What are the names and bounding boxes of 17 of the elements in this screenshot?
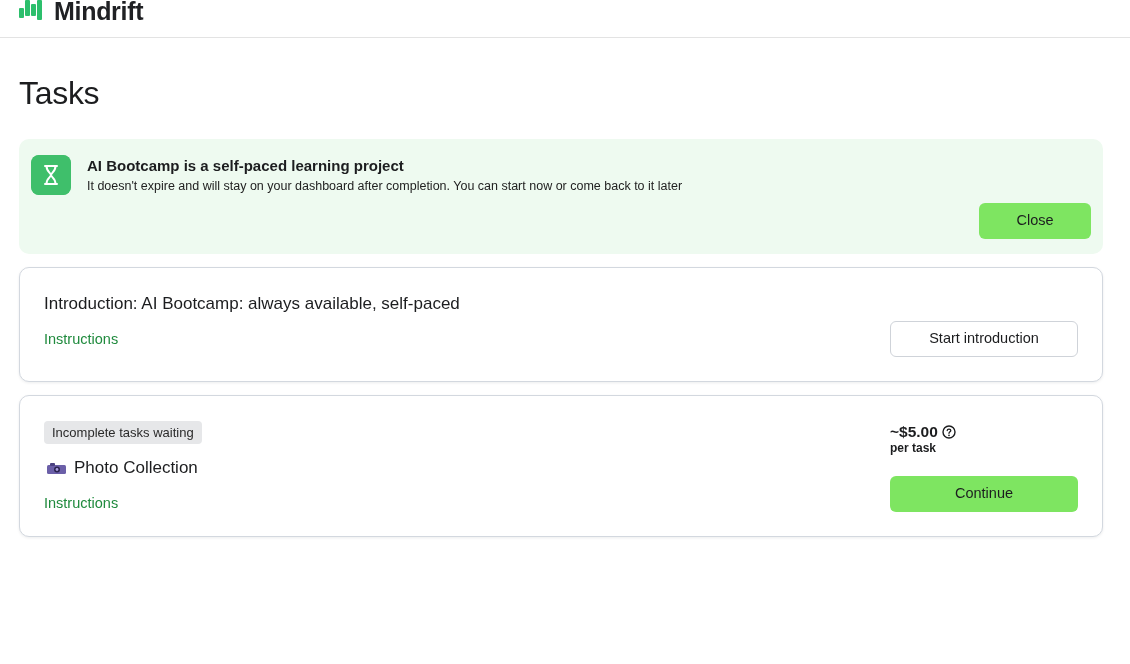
status-tag: Incomplete tasks waiting — [44, 421, 202, 444]
instructions-link[interactable]: Instructions — [44, 330, 119, 348]
hourglass-icon — [31, 155, 71, 195]
camera-icon — [47, 462, 66, 474]
start-introduction-button[interactable]: Start introduction — [890, 321, 1078, 357]
banner-title: AI Bootcamp is a self-paced learning project — [87, 156, 405, 176]
banner-description: It doesn't expire and will stay on your dashboard after completion. You can start now or come back to it later — [87, 178, 683, 194]
price-text: ~$5.00 — [890, 423, 938, 441]
continue-button[interactable]: Continue — [890, 476, 1078, 512]
instructions-link[interactable]: Instructions — [44, 494, 119, 512]
logo-text[interactable]: Mindrift — [54, 0, 144, 22]
price-unit: per task — [890, 441, 938, 455]
task-title: Photo Collection — [74, 457, 198, 479]
close-button[interactable]: Close — [979, 203, 1091, 239]
page-title: Tasks — [19, 75, 101, 111]
task-title: Introduction: AI Bootcamp: always available, self-paced — [44, 293, 461, 315]
help-icon — [941, 425, 956, 439]
